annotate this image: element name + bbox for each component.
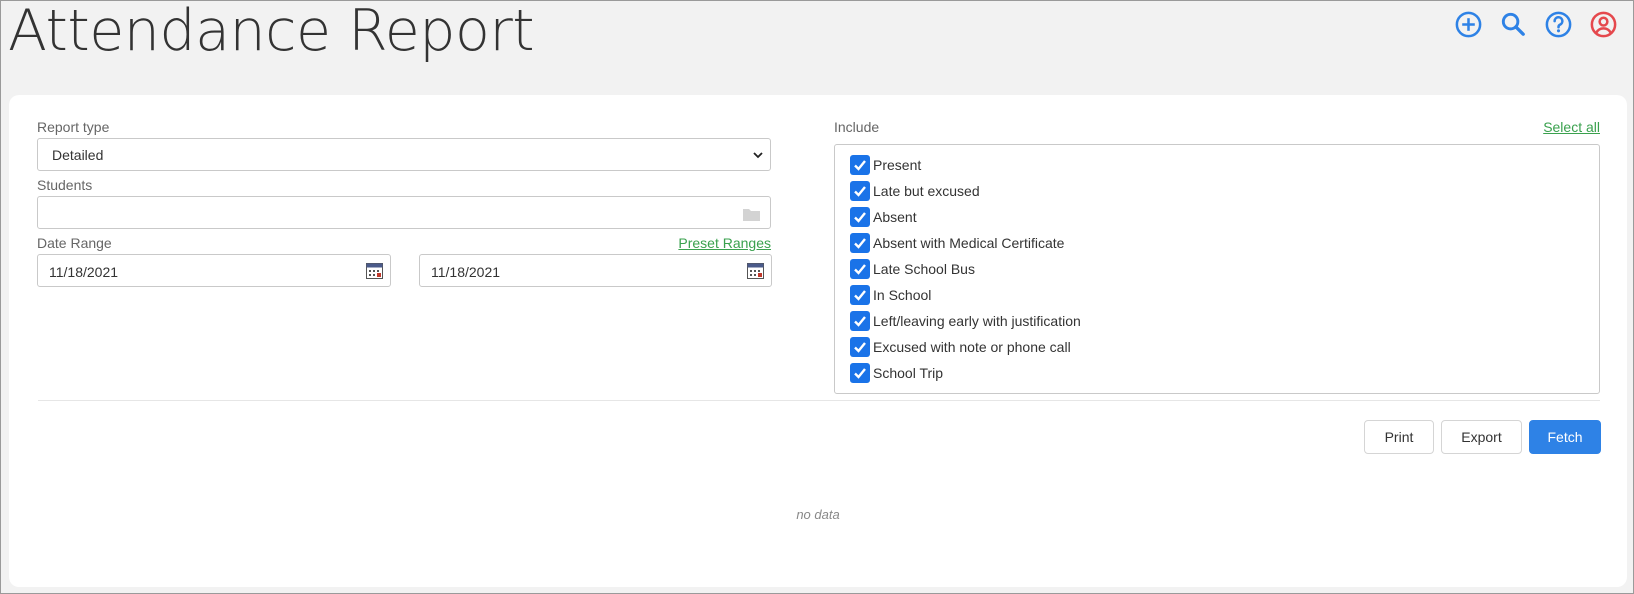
include-option-in-school[interactable]: In School (850, 284, 931, 306)
include-option-absent-medical[interactable]: Absent with Medical Certificate (850, 232, 1064, 254)
calendar-icon[interactable] (747, 263, 764, 279)
folder-icon[interactable] (743, 208, 760, 221)
checkbox-checked-icon[interactable] (850, 207, 870, 227)
help-circle-icon[interactable] (1543, 9, 1574, 40)
include-option-label: Late but excused (873, 183, 980, 199)
include-label: Include (834, 119, 880, 135)
select-all-link[interactable]: Select all (1543, 119, 1600, 135)
checkbox-checked-icon[interactable] (850, 311, 870, 331)
include-option-label: Excused with note or phone call (873, 339, 1071, 355)
start-date-input[interactable]: 11/18/2021 (37, 254, 391, 287)
include-option-label: Present (873, 157, 922, 173)
user-account-icon[interactable] (1588, 9, 1619, 40)
checkbox-checked-icon[interactable] (850, 285, 870, 305)
print-button[interactable]: Print (1364, 420, 1434, 454)
students-label: Students (37, 177, 93, 193)
include-option-late-but-excused[interactable]: Late but excused (850, 180, 980, 202)
checkbox-checked-icon[interactable] (850, 337, 870, 357)
export-button[interactable]: Export (1441, 420, 1522, 454)
report-type-select[interactable]: Detailed (37, 138, 771, 171)
end-date-value: 11/18/2021 (431, 264, 501, 280)
include-option-label: School Trip (873, 365, 944, 381)
calendar-icon[interactable] (366, 263, 383, 279)
fetch-button[interactable]: Fetch (1529, 420, 1601, 454)
start-date-value: 11/18/2021 (49, 264, 119, 280)
checkbox-checked-icon[interactable] (850, 363, 870, 383)
report-type-label: Report type (37, 119, 110, 135)
include-option-school-trip[interactable]: School Trip (850, 362, 943, 384)
page-title: Attendance Report (8, 0, 535, 64)
form-divider (38, 400, 1600, 401)
checkbox-checked-icon[interactable] (850, 181, 870, 201)
date-range-label: Date Range (37, 235, 112, 251)
checkbox-checked-icon[interactable] (850, 233, 870, 253)
empty-results-message: no data (796, 507, 840, 522)
report-form-card: Report type Detailed Students Date Range… (9, 95, 1627, 587)
preset-ranges-link[interactable]: Preset Ranges (678, 235, 771, 251)
checkbox-checked-icon[interactable] (850, 155, 870, 175)
header-toolbar (1453, 9, 1619, 40)
include-option-late-school-bus[interactable]: Late School Bus (850, 258, 975, 280)
checkbox-checked-icon[interactable] (850, 259, 870, 279)
chevron-down-icon (753, 152, 763, 159)
include-options-list: Present Late but excused Absent Absent w… (834, 144, 1600, 394)
include-option-label: In School (873, 287, 932, 303)
search-icon[interactable] (1498, 9, 1529, 40)
include-option-left-early[interactable]: Left/leaving early with justification (850, 310, 1081, 332)
include-option-present[interactable]: Present (850, 154, 921, 176)
report-type-value: Detailed (52, 146, 104, 163)
end-date-input[interactable]: 11/18/2021 (419, 254, 772, 287)
include-option-absent[interactable]: Absent (850, 206, 917, 228)
include-option-label: Absent with Medical Certificate (873, 235, 1065, 251)
include-option-label: Left/leaving early with justification (873, 313, 1081, 329)
include-option-label: Absent (873, 209, 917, 225)
include-option-label: Late School Bus (873, 261, 975, 277)
students-input[interactable] (37, 196, 771, 229)
include-option-excused-note[interactable]: Excused with note or phone call (850, 336, 1071, 358)
add-circle-icon[interactable] (1453, 9, 1484, 40)
